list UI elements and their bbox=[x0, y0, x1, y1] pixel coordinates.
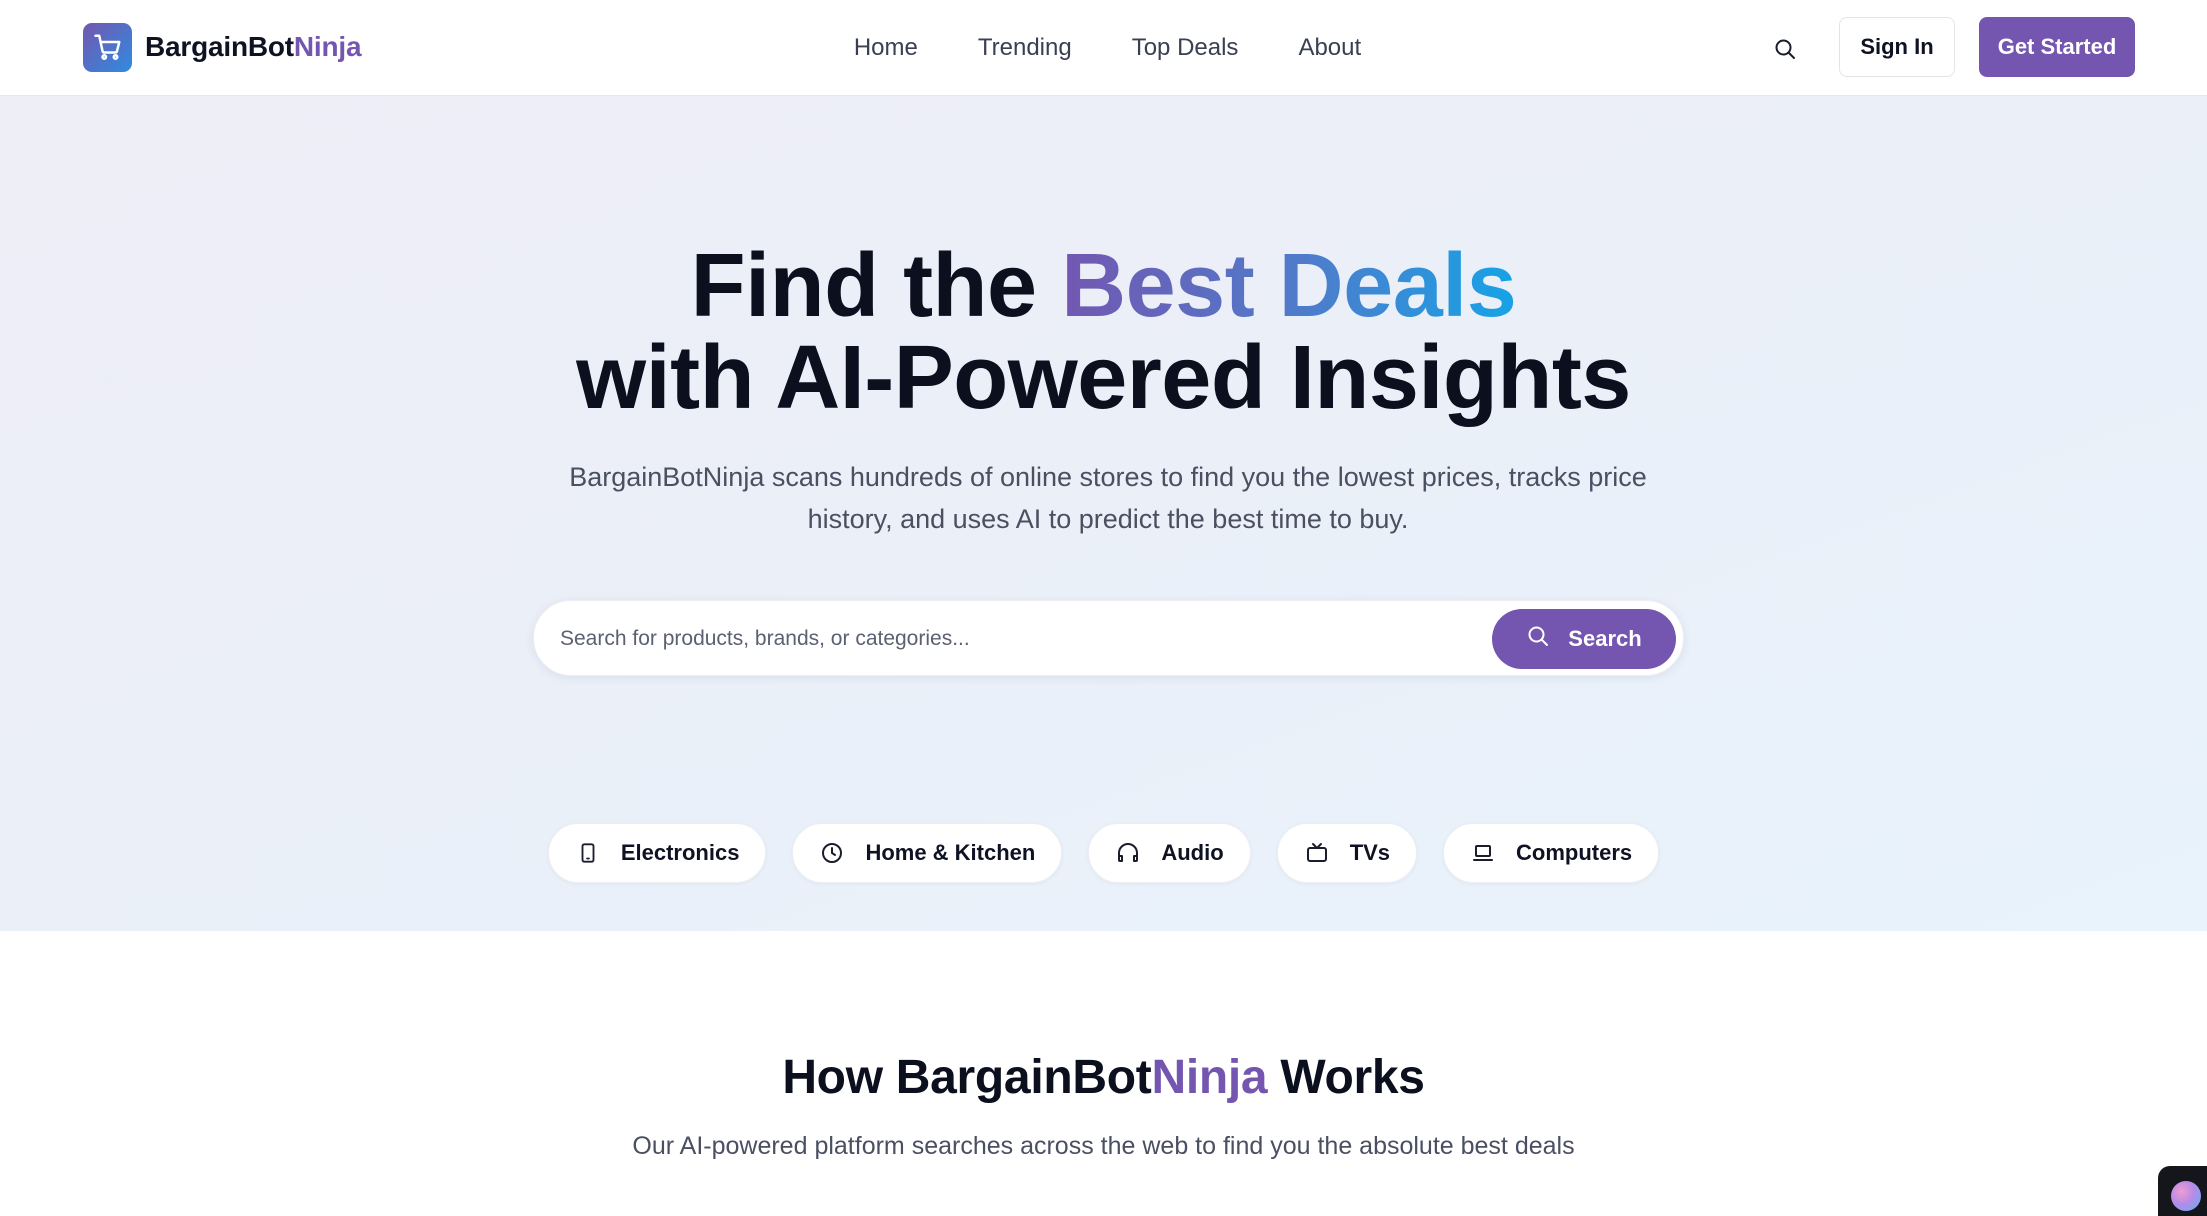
category-home-kitchen[interactable]: Home & Kitchen bbox=[792, 823, 1063, 883]
product-search-input[interactable] bbox=[560, 619, 1440, 659]
hero-subtitle: BargainBotNinja scans hundreds of online… bbox=[569, 462, 1647, 534]
headphones-icon bbox=[1115, 840, 1141, 866]
search-button-label: Search bbox=[1568, 626, 1642, 651]
laptop-icon bbox=[1470, 840, 1496, 866]
nav-top-deals[interactable]: Top Deals bbox=[1132, 30, 1239, 66]
shopping-cart-icon bbox=[83, 22, 132, 72]
category-computers[interactable]: Computers bbox=[1443, 823, 1660, 883]
search-button[interactable]: Search bbox=[1492, 609, 1676, 669]
product-search-bar: Search bbox=[533, 600, 1684, 676]
category-tvs[interactable]: TVs bbox=[1276, 823, 1418, 883]
hero-title-highlight: Best Deals bbox=[1061, 236, 1517, 336]
nav-trending[interactable]: Trending bbox=[978, 30, 1072, 66]
nav-about[interactable]: About bbox=[1298, 30, 1361, 66]
clock-icon bbox=[819, 840, 845, 866]
nav-home[interactable]: Home bbox=[854, 30, 918, 66]
header-search-icon[interactable] bbox=[1770, 34, 1800, 64]
category-electronics[interactable]: Electronics bbox=[547, 823, 767, 883]
hero-section: Find the Best Deals with AI-Powered Insi… bbox=[0, 96, 2207, 931]
how-it-works-subtitle: Our AI-powered platform searches across … bbox=[632, 1132, 1575, 1160]
get-started-button[interactable]: Get Started bbox=[1979, 17, 2135, 77]
top-navbar: BargainBotNinja Home Trending Top Deals … bbox=[0, 0, 2207, 96]
smartphone-icon bbox=[575, 840, 601, 866]
assistant-widget[interactable] bbox=[2158, 1166, 2207, 1216]
tv-icon bbox=[1304, 840, 1330, 866]
assistant-avatar-icon bbox=[2170, 1181, 2201, 1211]
category-audio[interactable]: Audio bbox=[1088, 823, 1251, 883]
brand-name: BargainBotNinja bbox=[145, 31, 362, 62]
category-chips: Electronics Home & Kitchen Audio TVs Com… bbox=[0, 823, 2207, 883]
how-it-works-title: How BargainBotNinja Works bbox=[782, 1051, 1425, 1104]
hero-title: Find the Best Deals with AI-Powered Insi… bbox=[576, 236, 1631, 428]
search-icon bbox=[1526, 624, 1550, 654]
brand-logo[interactable]: BargainBotNinja bbox=[83, 22, 362, 72]
sign-in-button[interactable]: Sign In bbox=[1839, 17, 1955, 77]
